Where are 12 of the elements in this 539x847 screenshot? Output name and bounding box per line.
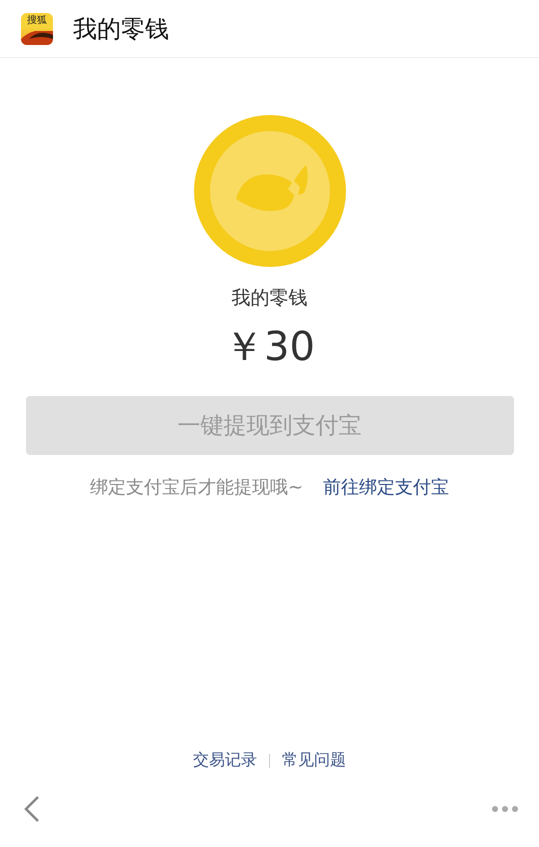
- footer-link[interactable]: 常见问题: [282, 750, 346, 771]
- balance-label: 我的零钱: [232, 286, 308, 311]
- app-icon-text: 搜狐: [26, 14, 48, 26]
- balance-amount: ￥30: [224, 323, 315, 372]
- coin-icon: [194, 115, 346, 267]
- more-icon[interactable]: [491, 805, 519, 813]
- page-title: 我的零钱: [73, 14, 169, 44]
- back-icon[interactable]: [24, 795, 40, 823]
- tail-drawing: [21, 30, 53, 44]
- bind-link[interactable]: 前往绑定支付宝: [323, 475, 450, 499]
- hint-text: 绑定支付宝后才能提现哦~: [90, 476, 304, 499]
- footer-link[interactable]: 交易记录: [193, 750, 257, 771]
